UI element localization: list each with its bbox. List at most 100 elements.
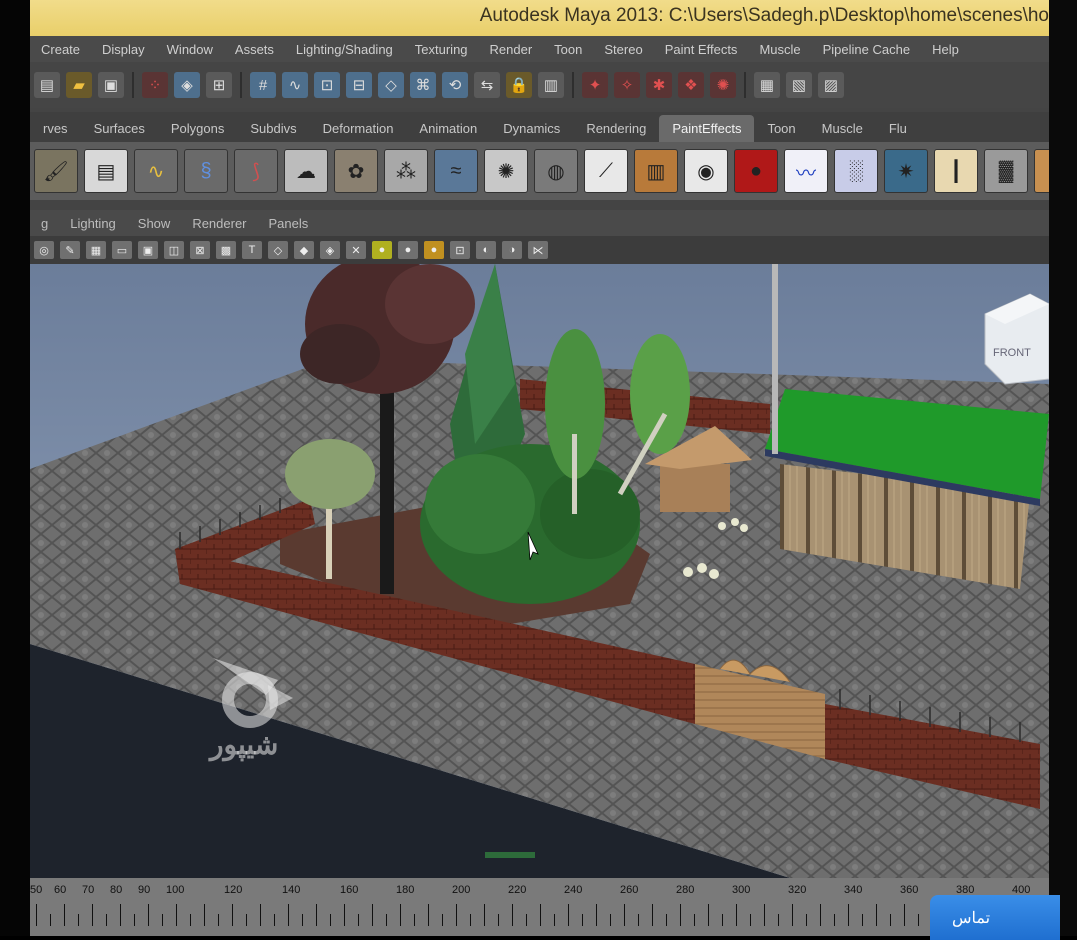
paint-tool-icon[interactable]: 🖌 (34, 149, 78, 193)
glow-brush-icon[interactable]: ✷ (884, 149, 928, 193)
menu-paint-effects[interactable]: Paint Effects (654, 42, 749, 57)
tab-deformation[interactable]: Deformation (310, 115, 407, 142)
panel-menu-renderer[interactable]: Renderer (181, 216, 257, 231)
green-bush (420, 444, 640, 604)
visor-icon[interactable]: ▤ (84, 149, 128, 193)
perspective-viewport[interactable]: FRONT (30, 264, 1049, 878)
wood-brush-icon[interactable]: ▥ (634, 149, 678, 193)
menu-texturing[interactable]: Texturing (404, 42, 479, 57)
tab-painteffects[interactable]: PaintEffects (659, 115, 755, 142)
construction-history-icon[interactable]: ⟲ (442, 72, 468, 98)
tab-surfaces[interactable]: Surfaces (81, 115, 158, 142)
xray-icon[interactable]: ◐ (476, 241, 496, 259)
time-slider[interactable]: 50 60 70 80 90 100 120 140 160 180 200 2… (30, 878, 1049, 936)
panel-menu-show[interactable]: Show (127, 216, 182, 231)
candle-brush-icon[interactable]: ┃ (934, 149, 978, 193)
menu-assets[interactable]: Assets (224, 42, 285, 57)
new-scene-icon[interactable]: ▤ (34, 72, 60, 98)
texture-brush-icon[interactable]: ▓ (984, 149, 1028, 193)
select-object-icon[interactable]: ◈ (174, 72, 200, 98)
shadows-icon[interactable]: ● (398, 241, 418, 259)
tab-curves[interactable]: rves (30, 115, 81, 142)
attach-brush-icon[interactable]: ⟆ (234, 149, 278, 193)
rock-brush-icon[interactable]: ◍ (534, 149, 578, 193)
select-component-icon[interactable]: ⊞ (206, 72, 232, 98)
particle-brush-icon[interactable]: ⁂ (384, 149, 428, 193)
ipr-render-icon[interactable]: ✧ (614, 72, 640, 98)
tool-settings-icon[interactable]: ▨ (818, 72, 844, 98)
menu-stereo[interactable]: Stereo (593, 42, 653, 57)
bookmark-icon[interactable]: ✎ (60, 241, 80, 259)
panel-menu-shading[interactable]: g (30, 216, 59, 231)
blue-stroke-brush-icon[interactable]: 〰 (784, 149, 828, 193)
safe-title-icon[interactable]: ⊠ (190, 241, 210, 259)
tab-subdivs[interactable]: Subdivs (237, 115, 309, 142)
panel-menu-lighting[interactable]: Lighting (59, 216, 127, 231)
panel-menu-panels[interactable]: Panels (258, 216, 320, 231)
menu-render[interactable]: Render (479, 42, 544, 57)
textured-icon[interactable]: ◈ (320, 241, 340, 259)
menu-lighting-shading[interactable]: Lighting/Shading (285, 42, 404, 57)
curve-brush-icon[interactable]: § (184, 149, 228, 193)
open-scene-icon[interactable]: ▰ (66, 72, 92, 98)
safe-action-icon[interactable]: ◫ (164, 241, 184, 259)
snap-point-icon[interactable]: ⊡ (314, 72, 340, 98)
spiral-brush-icon[interactable]: ◉ (684, 149, 728, 193)
tab-dynamics[interactable]: Dynamics (490, 115, 573, 142)
resolution-gate-icon[interactable]: ▣ (138, 241, 158, 259)
hypershade-icon[interactable]: ❖ (678, 72, 704, 98)
render-view-icon[interactable]: ✺ (710, 72, 736, 98)
menu-help[interactable]: Help (921, 42, 970, 57)
menu-create[interactable]: Create (30, 42, 91, 57)
tab-animation[interactable]: Animation (406, 115, 490, 142)
lights-icon[interactable]: ✕ (346, 241, 366, 259)
camera-icon[interactable]: ◎ (34, 241, 54, 259)
render-settings-icon[interactable]: ✱ (646, 72, 672, 98)
grid-icon[interactable]: ▦ (86, 241, 106, 259)
input-output-icon[interactable]: ⇆ (474, 72, 500, 98)
menu-pipeline-cache[interactable]: Pipeline Cache (812, 42, 921, 57)
light-brush-icon[interactable]: ✺ (484, 149, 528, 193)
tab-fluids[interactable]: Flu (876, 115, 920, 142)
render-current-frame-icon[interactable]: ✦ (582, 72, 608, 98)
smooth-shade-icon[interactable]: ◆ (294, 241, 314, 259)
use-lights-icon[interactable]: ● (372, 241, 392, 259)
ink-brush-icon[interactable]: ⟋ (584, 149, 628, 193)
make-live-icon[interactable]: ◇ (378, 72, 404, 98)
tab-muscle[interactable]: Muscle (809, 115, 876, 142)
tab-toon[interactable]: Toon (754, 115, 808, 142)
leaf-brush-icon[interactable]: ✿ (334, 149, 378, 193)
brush-stroke-icon[interactable]: ∿ (134, 149, 178, 193)
xray-joints-icon[interactable]: ◑ (502, 241, 522, 259)
rope-brush-icon[interactable]: ∫ (1034, 149, 1049, 193)
menu-muscle[interactable]: Muscle (748, 42, 811, 57)
ambient-occlusion-icon[interactable]: ● (424, 241, 444, 259)
time-label: 50 (30, 884, 43, 896)
red-paint-brush-icon[interactable]: ● (734, 149, 778, 193)
water-brush-icon[interactable]: ≈ (434, 149, 478, 193)
channel-box-icon[interactable]: ▦ (754, 72, 780, 98)
gate-mask-icon[interactable]: ▩ (216, 241, 236, 259)
snap-grid-icon[interactable]: # (250, 72, 276, 98)
selection-mask-icon[interactable]: ▥ (538, 72, 564, 98)
lock-icon[interactable]: 🔒 (506, 72, 532, 98)
tab-polygons[interactable]: Polygons (158, 115, 237, 142)
history-icon[interactable]: ⌘ (410, 72, 436, 98)
isolate-select-icon[interactable]: ⊡ (450, 241, 470, 259)
attribute-editor-icon[interactable]: ▧ (786, 72, 812, 98)
select-hierarchy-icon[interactable]: ⁘ (142, 72, 168, 98)
menu-display[interactable]: Display (91, 42, 156, 57)
fog-brush-icon[interactable]: ░ (834, 149, 878, 193)
wireframe-icon[interactable]: ◇ (268, 241, 288, 259)
tab-rendering[interactable]: Rendering (573, 115, 659, 142)
contact-button[interactable]: تماس (930, 895, 1060, 940)
cloud-brush-icon[interactable]: ☁ (284, 149, 328, 193)
save-scene-icon[interactable]: ▣ (98, 72, 124, 98)
snap-plane-icon[interactable]: ⊟ (346, 72, 372, 98)
field-chart-icon[interactable]: T (242, 241, 262, 259)
menu-window[interactable]: Window (156, 42, 224, 57)
snap-curve-icon[interactable]: ∿ (282, 72, 308, 98)
film-gate-icon[interactable]: ▭ (112, 241, 132, 259)
menu-toon[interactable]: Toon (543, 42, 593, 57)
share-icon[interactable]: ⋉ (528, 241, 548, 259)
